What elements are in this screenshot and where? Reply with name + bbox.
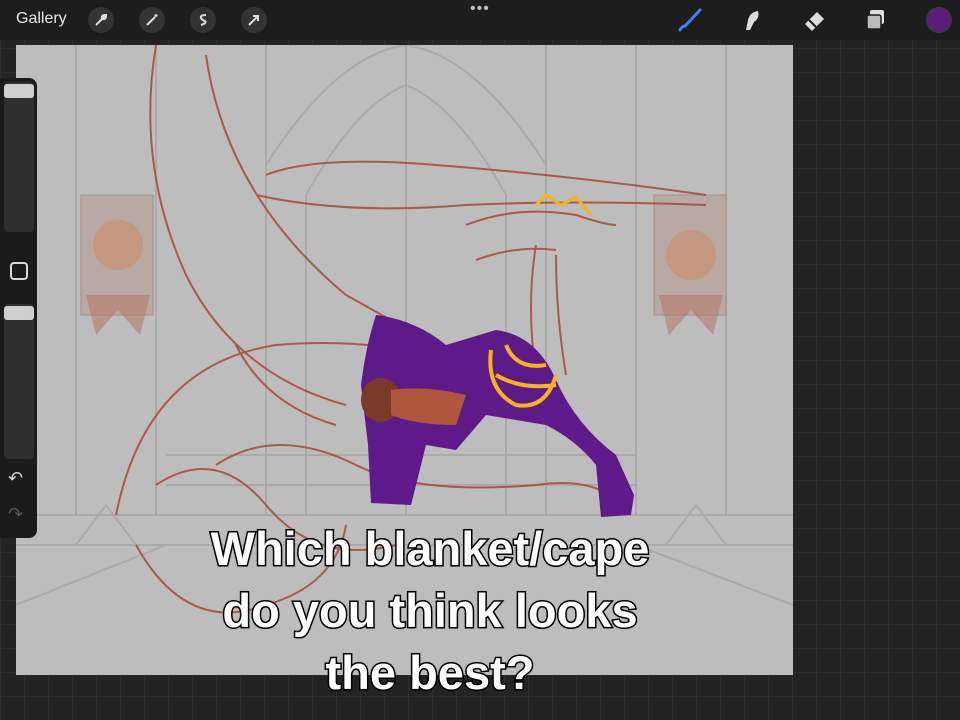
- smudge-icon[interactable]: [738, 6, 766, 34]
- undo-button[interactable]: ↶: [8, 468, 23, 489]
- right-banner: [653, 194, 727, 335]
- brush-icon[interactable]: [676, 6, 704, 34]
- more-options-icon[interactable]: •••: [470, 0, 490, 18]
- modify-button[interactable]: [10, 262, 28, 280]
- redo-button[interactable]: ↷: [8, 504, 23, 525]
- caption-line-1: Which blanket/cape: [209, 521, 651, 577]
- caption-line-3: the best?: [324, 645, 536, 701]
- selection-icon[interactable]: [190, 7, 216, 33]
- left-banner: [80, 194, 154, 335]
- layers-icon[interactable]: [862, 6, 890, 34]
- left-sidebar: ↶ ↷: [0, 78, 37, 538]
- brush-size-thumb[interactable]: [4, 84, 34, 98]
- eraser-icon[interactable]: [800, 6, 828, 34]
- color-picker-button[interactable]: [926, 7, 952, 33]
- caption-line-2: do you think looks: [221, 583, 639, 639]
- opacity-thumb[interactable]: [4, 306, 34, 320]
- top-toolbar: Gallery •••: [0, 0, 960, 40]
- magic-wand-icon[interactable]: [139, 7, 165, 33]
- wrench-icon[interactable]: [88, 7, 114, 33]
- gallery-button[interactable]: Gallery: [16, 10, 67, 28]
- caption-overlay: Which blanket/cape do you think looks th…: [150, 518, 710, 704]
- transform-arrow-icon[interactable]: [241, 7, 267, 33]
- brush-size-slider[interactable]: [4, 82, 34, 232]
- opacity-slider[interactable]: [4, 304, 34, 459]
